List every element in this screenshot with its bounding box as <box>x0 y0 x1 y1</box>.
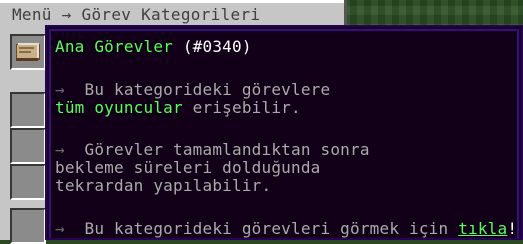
category-slot[interactable] <box>10 92 46 128</box>
book-icon <box>16 43 40 61</box>
tooltip-para1-line1: → Bu kategorideki görevlere <box>55 80 330 100</box>
category-slot[interactable] <box>10 164 46 200</box>
tooltip-id: (#0340) <box>182 37 252 56</box>
para3-prefix: Bu kategorideki görevleri görmek için <box>84 219 449 238</box>
item-tooltip: Ana Görevler (#0340) → Bu kategorideki g… <box>45 25 523 240</box>
para1-highlight: tüm oyuncular <box>55 98 183 117</box>
tooltip-para1-line2: tüm oyuncular erişebilir. <box>55 98 301 118</box>
para1-prefix: Bu kategorideki görevlere <box>84 80 331 99</box>
panel-title: Menü → Görev Kategorileri <box>12 5 261 24</box>
tooltip-para2-line1: → Görevler tamamlandıktan sonra <box>55 140 370 160</box>
category-slot[interactable] <box>10 208 46 244</box>
tooltip-para3: → Bu kategorideki görevleri görmek için … <box>55 219 517 239</box>
arrow-icon: → <box>55 140 65 159</box>
arrow-icon: → <box>55 80 65 99</box>
para3-suffix: ! <box>507 219 518 238</box>
para1-suffix: erişebilir. <box>182 98 301 117</box>
tooltip-title: Ana Görevler <box>55 37 173 56</box>
click-link[interactable]: tıkla <box>458 219 507 238</box>
category-slot[interactable] <box>10 128 46 164</box>
para2-line1: Görevler tamamlandıktan sonra <box>84 140 370 159</box>
category-slot-main-quests[interactable] <box>10 34 46 70</box>
tooltip-border <box>49 29 519 238</box>
tooltip-para2-line2: bekleme süreleri dolduğunda <box>55 158 321 177</box>
tooltip-header: Ana Görevler (#0340) <box>55 37 252 57</box>
arrow-icon: → <box>55 219 65 238</box>
tooltip-para2-line3: tekrardan yapılabilir. <box>55 176 272 195</box>
